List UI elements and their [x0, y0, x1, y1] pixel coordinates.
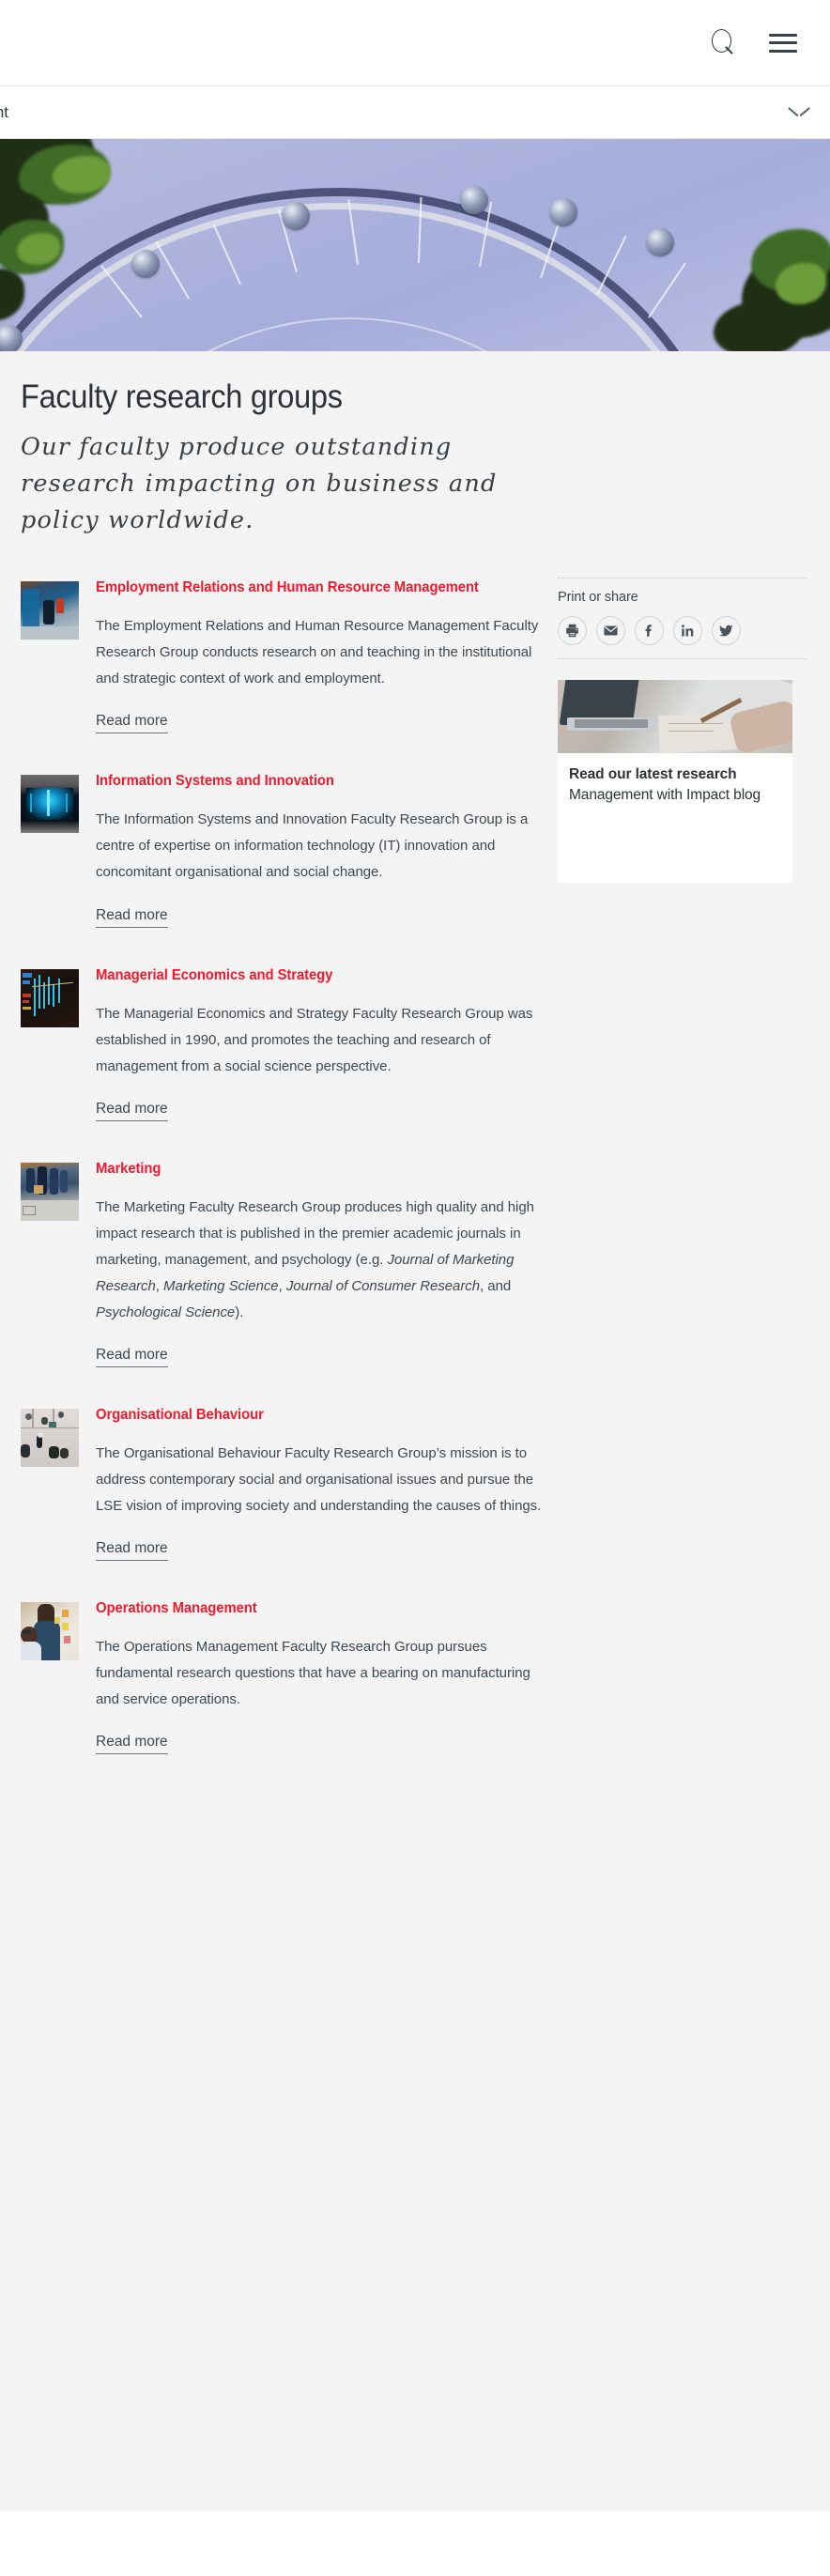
group-title: Information Systems and Innovation	[96, 771, 525, 792]
group-title-link[interactable]: Operations Management	[96, 1600, 257, 1616]
hamburger-menu-icon	[769, 33, 797, 53]
list-item: Employment Relations and Human Resource …	[21, 578, 550, 762]
group-text: Information Systems and Innovation The I…	[96, 771, 550, 955]
page-title: Faculty research groups	[21, 378, 343, 415]
group-thumbnail[interactable]	[21, 1162, 79, 1221]
twitter-button[interactable]	[712, 616, 741, 646]
group-thumbnail[interactable]	[21, 968, 79, 1027]
group-description: The Operations Management Faculty Resear…	[96, 1639, 530, 1708]
list-item: Marketing The Marketing Faculty Research…	[21, 1159, 550, 1396]
hero-capsule	[131, 250, 160, 278]
group-title: Employment Relations and Human Resource …	[96, 578, 525, 598]
linkedin-button[interactable]	[673, 616, 702, 646]
hero-image	[0, 139, 830, 351]
search-button[interactable]	[693, 13, 753, 73]
search-icon	[710, 28, 736, 57]
promo-heading: Read our latest research	[569, 766, 737, 783]
laptop-notebook-desk-thumbnail	[558, 680, 792, 754]
share-icon-row	[558, 616, 807, 660]
section-nav-bar[interactable]: nagement	[0, 86, 830, 139]
group-title: Managerial Economics and Strategy	[96, 965, 525, 986]
promo-card-body: Read our latest research Management with…	[558, 753, 792, 823]
group-text: Operations Management The Operations Man…	[96, 1598, 550, 1782]
facebook-button[interactable]	[635, 616, 664, 646]
group-description: The Marketing Faculty Research Group pro…	[96, 1198, 534, 1320]
print-button[interactable]	[558, 616, 587, 646]
promo-subheading: Management with Impact blog	[569, 787, 761, 804]
list-item: Managerial Economics and Strategy The Ma…	[21, 965, 550, 1149]
read-more-link[interactable]: Read more	[96, 1347, 168, 1367]
group-description: The Information Systems and Innovation F…	[96, 811, 529, 881]
group-title-link[interactable]: Organisational Behaviour	[96, 1407, 264, 1423]
list-item: Organisational Behaviour The Organisatio…	[21, 1405, 550, 1589]
hero-capsule	[549, 198, 577, 226]
read-more-link[interactable]: Read more	[96, 1540, 168, 1562]
group-text: Managerial Economics and Strategy The Ma…	[96, 965, 550, 1149]
group-description: The Organisational Behaviour Faculty Res…	[96, 1444, 542, 1514]
twitter-icon	[718, 625, 733, 637]
read-more-link[interactable]: Read more	[96, 907, 168, 928]
stock-chart-thumbnail	[21, 968, 79, 1027]
group-text: Marketing The Marketing Faculty Research…	[96, 1159, 550, 1396]
sticky-notes-workshop-thumbnail	[21, 1602, 79, 1661]
group-title-link[interactable]: Managerial Economics and Strategy	[96, 967, 332, 983]
promo-card[interactable]: Read our latest research Management with…	[558, 680, 792, 884]
hero-capsule	[460, 186, 488, 214]
read-more-link[interactable]: Read more	[96, 713, 168, 734]
print-icon	[566, 625, 578, 638]
linkedin-icon	[682, 625, 694, 637]
group-title: Marketing	[96, 1159, 525, 1180]
page-intro: Faculty research groups Our faculty prod…	[0, 351, 830, 538]
data-visualisation-thumbnail	[21, 775, 79, 834]
hero-capsule	[646, 228, 674, 256]
group-description: The Employment Relations and Human Resou…	[96, 618, 539, 687]
page-content: Faculty research groups Our faculty prod…	[0, 351, 830, 2511]
sidebar: Print or share Read our latest research …	[550, 578, 830, 884]
pedestrians-thumbnail	[21, 1162, 79, 1221]
site-header	[0, 0, 830, 86]
email-button[interactable]	[596, 616, 625, 646]
group-thumbnail[interactable]	[21, 775, 79, 834]
facebook-icon	[645, 625, 652, 638]
street-scene-thumbnail	[21, 581, 79, 640]
share-panel-title: Print or share	[558, 590, 638, 606]
group-title-link[interactable]: Information Systems and Innovation	[96, 773, 334, 789]
list-item: Operations Management The Operations Man…	[21, 1598, 550, 1782]
group-title-link[interactable]: Marketing	[96, 1161, 161, 1177]
content-columns: Employment Relations and Human Resource …	[0, 538, 830, 1792]
chevron-down-icon[interactable]	[789, 107, 809, 118]
group-thumbnail[interactable]	[21, 1408, 79, 1467]
group-title: Organisational Behaviour	[96, 1405, 525, 1426]
group-text: Employment Relations and Human Resource …	[96, 578, 550, 762]
research-group-list: Employment Relations and Human Resource …	[0, 578, 550, 1792]
list-item: Information Systems and Innovation The I…	[21, 771, 550, 955]
hero-capsule	[282, 202, 310, 230]
aerial-crowd-thumbnail	[21, 1408, 79, 1467]
group-title: Operations Management	[96, 1598, 525, 1619]
group-description: The Managerial Economics and Strategy Fa…	[96, 1005, 533, 1074]
read-more-link[interactable]: Read more	[96, 1101, 168, 1121]
read-more-link[interactable]: Read more	[96, 1734, 168, 1755]
group-thumbnail[interactable]	[21, 1602, 79, 1661]
print-or-share-panel: Print or share	[558, 578, 807, 660]
group-title-link[interactable]: Employment Relations and Human Resource …	[96, 579, 479, 595]
group-text: Organisational Behaviour The Organisatio…	[96, 1405, 550, 1589]
email-icon	[604, 625, 618, 636]
menu-button[interactable]	[753, 13, 813, 73]
section-nav-label: nagement	[0, 102, 8, 121]
page-lede: Our faculty produce outstanding research…	[21, 433, 498, 534]
group-thumbnail[interactable]	[21, 581, 79, 640]
